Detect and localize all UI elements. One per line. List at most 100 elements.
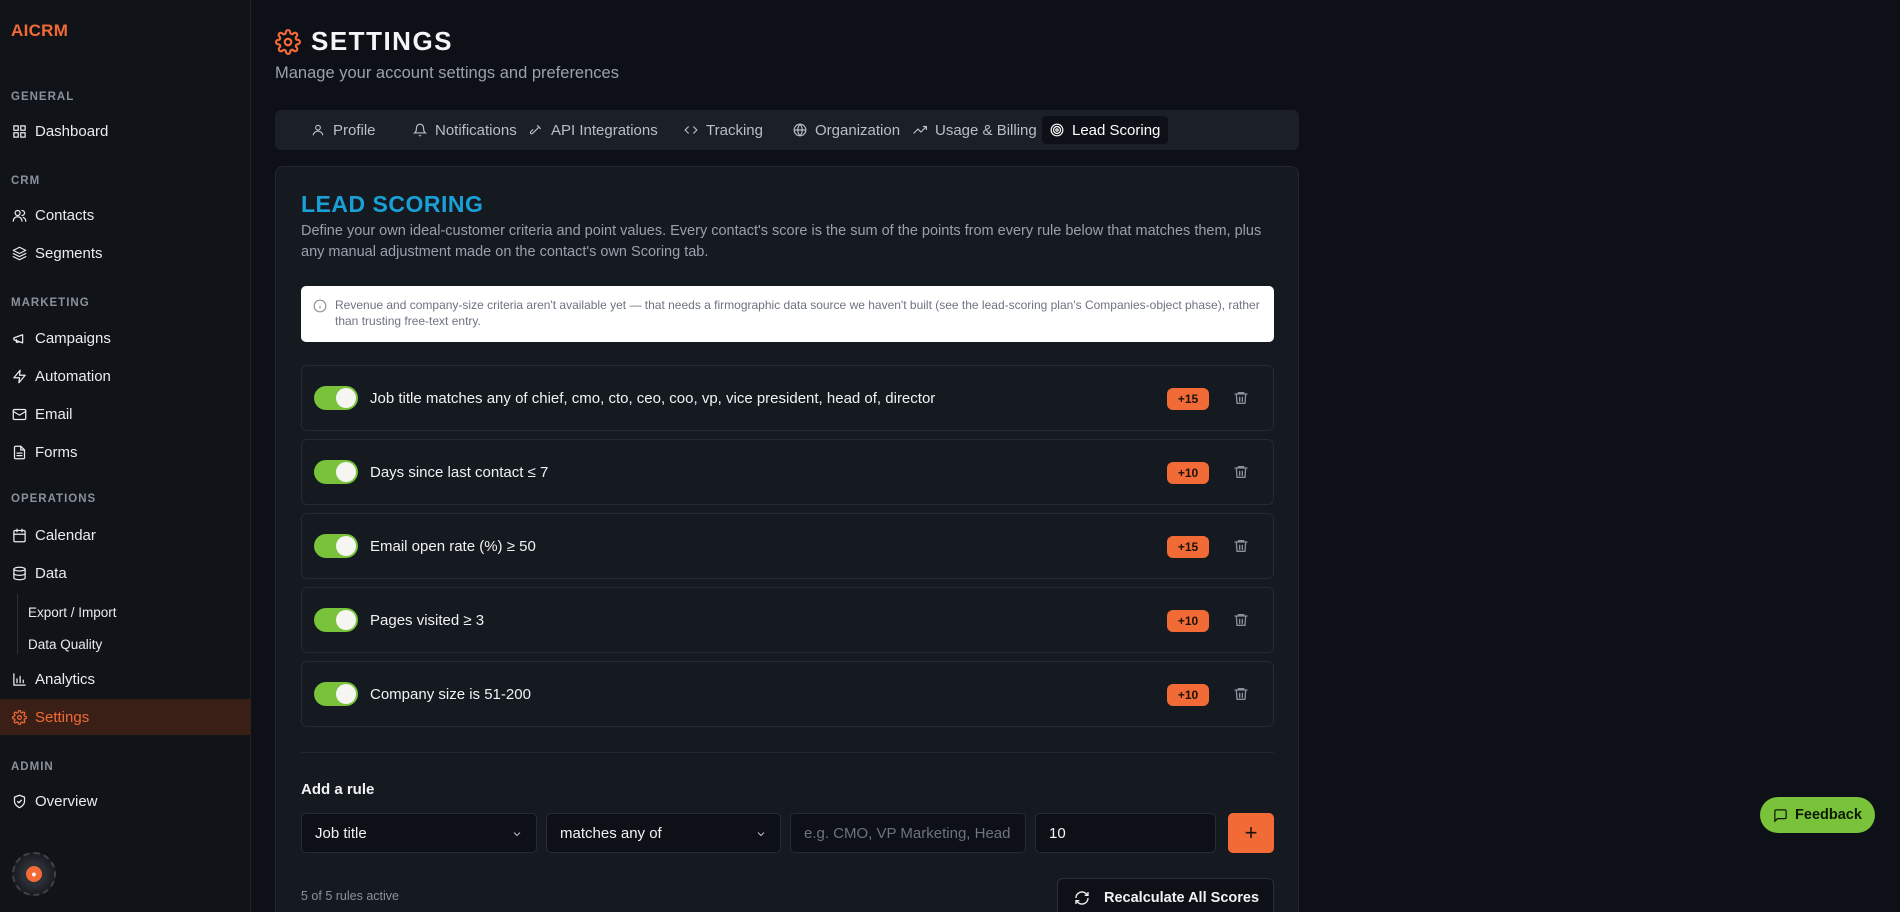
globe-icon [793,123,807,137]
sidebar-item-label: Settings [35,708,90,726]
sidebar-item-automation[interactable]: Automation [0,358,251,394]
divider [301,752,1274,753]
card-description: Define your own ideal-customer criteria … [301,223,1262,260]
sidebar-item-segments[interactable]: Segments [0,235,251,271]
microphone-icon: ● [26,866,42,882]
sidebar-item-forms[interactable]: Forms [0,434,251,470]
section-label-marketing: MARKETING [11,297,90,309]
rule-toggle[interactable] [314,386,358,410]
sidebar-item-overview[interactable]: Overview [0,783,251,819]
rule-points-input[interactable]: 10 [1035,813,1216,853]
sidebar-item-settings[interactable]: Settings [0,699,251,735]
sidebar-item-label: Data [35,564,67,582]
trash-icon[interactable] [1233,612,1249,628]
rule-row: Days since last contact ≤ 7 +10 [301,439,1274,505]
sidebar-item-calendar[interactable]: Calendar [0,517,251,553]
bell-icon [413,123,427,137]
document-icon [11,444,27,460]
sidebar-item-label: Data Quality [28,636,103,652]
points-value: 10 [1049,824,1066,842]
rule-value-input-field[interactable] [804,824,1012,842]
sidebar: AICRM GENERAL Dashboard CRM Contacts Seg… [0,0,251,912]
feedback-label: Feedback [1795,807,1862,823]
trash-icon[interactable] [1233,686,1249,702]
rule-toggle[interactable] [314,682,358,706]
sidebar-item-analytics[interactable]: Analytics [0,661,251,697]
rule-row: Job title matches any of chief, cmo, cto… [301,365,1274,431]
brand-logo[interactable]: AICRM [11,21,68,41]
section-label-operations: OPERATIONS [11,493,97,505]
sidebar-item-label: Dashboard [35,122,109,140]
layers-icon [11,245,27,261]
sidebar-item-label: Segments [35,244,103,262]
tab-organization[interactable]: Organization [785,116,908,144]
rule-toggle[interactable] [314,534,358,558]
refresh-icon [1075,891,1089,905]
recalculate-label: Recalculate All Scores [1104,890,1260,906]
points-badge: +10 [1167,462,1209,484]
section-label-general: GENERAL [11,91,75,103]
sidebar-item-label: Forms [35,443,78,461]
trash-icon[interactable] [1233,538,1249,554]
chat-icon [1774,808,1787,823]
points-badge: +15 [1167,536,1209,558]
tab-label: Organization [815,121,901,139]
rule-row: Company size is 51-200 +10 [301,661,1274,727]
sidebar-item-dashboard[interactable]: Dashboard [0,113,251,149]
tab-lead-scoring[interactable]: Lead Scoring [1042,116,1169,144]
section-label-crm: CRM [11,175,41,187]
select-value: matches any of [560,824,662,842]
rule-row: Pages visited ≥ 3 +10 [301,587,1274,653]
page-subtitle: Manage your account settings and prefere… [275,64,619,82]
rule-field-select[interactable]: Job title [301,813,537,853]
tab-notifications[interactable]: Notifications [405,116,525,144]
trash-icon[interactable] [1233,390,1249,406]
chevron-down-icon [511,827,523,839]
sidebar-item-data-quality[interactable]: Data Quality [0,629,251,659]
sidebar-item-label: Analytics [35,670,96,688]
tab-label: Usage & Billing [935,121,1037,139]
recalculate-scores-button[interactable]: Recalculate All Scores [1057,878,1274,912]
tab-usage-billing[interactable]: Usage & Billing [905,116,1045,144]
rule-operator-select[interactable]: matches any of [546,813,781,853]
tab-label: Notifications [435,121,517,139]
add-rule-label: Add a rule [301,781,375,798]
sidebar-item-label: Export / Import [28,604,117,620]
gear-icon [11,709,27,725]
users-icon [11,207,27,223]
target-icon [1050,123,1064,137]
sidebar-item-email[interactable]: Email [0,396,251,432]
rule-value-input[interactable] [790,813,1026,853]
tab-label: Lead Scoring [1072,121,1161,139]
tab-tracking[interactable]: Tracking [676,116,771,144]
rules-active-count: 5 of 5 rules active [301,889,399,903]
sidebar-item-campaigns[interactable]: Campaigns [0,320,251,356]
mail-icon [11,406,27,422]
page-title: SETTINGS [275,26,453,57]
tab-profile[interactable]: Profile [303,116,384,144]
rule-text: Pages visited ≥ 3 [370,611,485,629]
trash-icon[interactable] [1233,464,1249,480]
rule-toggle[interactable] [314,460,358,484]
chevron-down-icon [755,827,767,839]
dashboard-icon [11,123,27,139]
add-rule-button[interactable]: + [1228,813,1274,853]
sidebar-item-export-import[interactable]: Export / Import [0,597,251,627]
sidebar-item-label: Contacts [35,206,95,224]
lead-scoring-card: LEAD SCORING Define your own ideal-custo… [275,166,1299,912]
user-icon [312,124,324,136]
rule-toggle[interactable] [314,608,358,632]
tab-api-integrations[interactable]: API Integrations [521,116,666,144]
sidebar-item-data[interactable]: Data [0,555,251,591]
sidebar-item-label: Calendar [35,526,96,544]
points-badge: +10 [1167,610,1209,632]
tab-label: API Integrations [551,121,658,139]
rule-row: Email open rate (%) ≥ 50 +15 [301,513,1274,579]
sidebar-item-label: Email [35,405,73,423]
plug-icon [529,124,542,135]
feedback-button[interactable]: Feedback [1760,797,1875,833]
sidebar-item-contacts[interactable]: Contacts [0,197,251,233]
code-icon [684,126,698,134]
select-value: Job title [315,824,367,842]
voice-assistant-button[interactable]: ● [12,852,56,896]
